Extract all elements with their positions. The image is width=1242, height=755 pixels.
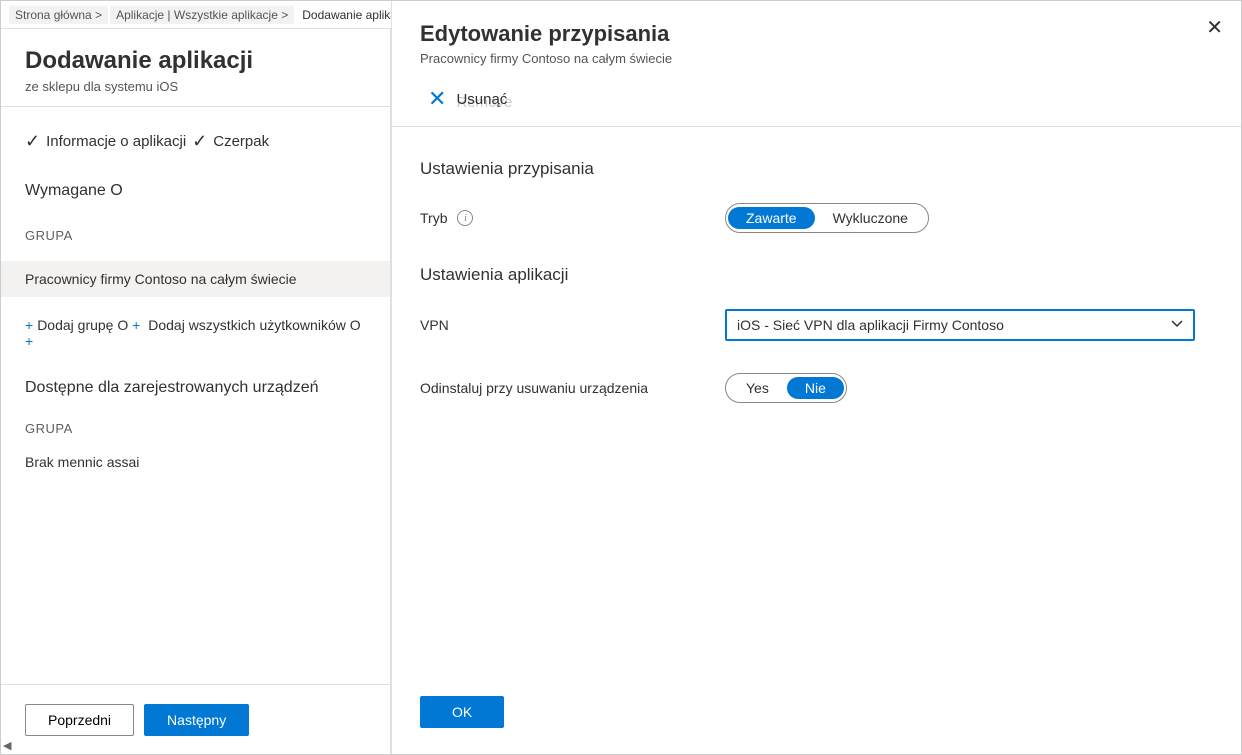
add-all-users-link[interactable]: Dodaj wszystkich użytkowników O: [148, 317, 360, 333]
steps-row: ✓ Informacje o aplikacji ✓ Czerpak: [25, 131, 366, 152]
plus-icon: +: [132, 317, 140, 333]
page-subtitle: ze sklepu dla systemu iOS: [25, 79, 366, 94]
group-column-header: GRUPA: [25, 228, 366, 243]
uninstall-toggle[interactable]: Yes Nie: [725, 373, 847, 403]
chevron-down-icon: [1171, 317, 1183, 333]
panel-title: Edytowanie przypisania: [420, 21, 1213, 47]
page-title: Dodawanie aplikacji: [25, 47, 366, 75]
uninstall-yes-option[interactable]: Yes: [728, 377, 787, 399]
left-header: Dodawanie aplikacji ze sklepu dla system…: [1, 29, 390, 107]
scroll-left-arrow[interactable]: ◀: [3, 739, 11, 752]
panel-subtitle: Pracownicy firmy Contoso na całym świeci…: [420, 51, 1213, 66]
left-panel: Dodawanie aplikacji ze sklepu dla system…: [1, 29, 391, 754]
uninstall-no-option[interactable]: Nie: [787, 377, 844, 399]
breadcrumb-home[interactable]: Strona główna >: [9, 6, 108, 24]
no-items-text: Brak mennic assai: [25, 454, 366, 470]
right-panel: ✕ Edytowanie przypisania Pracownicy firm…: [391, 1, 1241, 754]
add-links: +Dodaj grupę O + Dodaj wszystkich użytko…: [25, 317, 366, 349]
uninstall-label: Odinstaluj przy usuwaniu urządzenia: [420, 380, 725, 396]
mode-label: Tryb i: [420, 210, 725, 226]
remove-x-icon: ✕: [428, 86, 446, 112]
mode-row: Tryb i Zawarte Wykluczone: [420, 203, 1213, 233]
vpn-select-value: iOS - Sieć VPN dla aplikacji Firmy Conto…: [737, 317, 1004, 333]
plus-icon: +: [25, 333, 33, 349]
remove-row[interactable]: ✕ Remove Usunąć: [392, 78, 1241, 127]
breadcrumb-apps[interactable]: Aplikacje | Wszystkie aplikacje >: [110, 6, 294, 24]
mode-included-option[interactable]: Zawarte: [728, 207, 815, 229]
plus-icon: +: [25, 317, 33, 333]
assignment-settings-title: Ustawienia przypisania: [420, 159, 1213, 179]
mode-excluded-option[interactable]: Wykluczone: [815, 207, 926, 229]
close-icon[interactable]: ✕: [1206, 15, 1223, 40]
check-icon: ✓: [25, 131, 40, 152]
required-label: Wymagane O: [25, 182, 366, 200]
step-scoop[interactable]: Czerpak: [213, 133, 269, 150]
right-footer: OK: [420, 696, 504, 728]
right-body: Ustawienia przypisania Tryb i Zawarte Wy…: [392, 127, 1241, 467]
add-group-link[interactable]: Dodaj grupę O: [37, 317, 128, 333]
mode-toggle[interactable]: Zawarte Wykluczone: [725, 203, 929, 233]
check-icon: ✓: [192, 131, 207, 152]
group-row-selected[interactable]: Pracownicy firmy Contoso na całym świeci…: [1, 261, 390, 297]
group-column-header-2: GRUPA: [25, 421, 366, 436]
info-icon[interactable]: i: [457, 210, 473, 226]
next-button[interactable]: Następny: [144, 704, 249, 736]
ok-button[interactable]: OK: [420, 696, 504, 728]
left-body: ✓ Informacje o aplikacji ✓ Czerpak Wymag…: [1, 107, 390, 470]
vpn-select[interactable]: iOS - Sieć VPN dla aplikacji Firmy Conto…: [725, 309, 1195, 341]
right-header: Edytowanie przypisania Pracownicy firmy …: [392, 1, 1241, 78]
remove-label: Remove Usunąć: [456, 91, 507, 108]
previous-button[interactable]: Poprzedni: [25, 704, 134, 736]
step-info[interactable]: Informacje o aplikacji: [46, 133, 186, 150]
app-settings-title: Ustawienia aplikacji: [420, 265, 1213, 285]
uninstall-row: Odinstaluj przy usuwaniu urządzenia Yes …: [420, 373, 1213, 403]
left-footer: Poprzedni Następny: [1, 684, 390, 754]
vpn-label: VPN: [420, 317, 725, 333]
vpn-row: VPN iOS - Sieć VPN dla aplikacji Firmy C…: [420, 309, 1213, 341]
available-label: Dostępne dla zarejestrowanych urządzeń: [25, 379, 366, 397]
available-section: Dostępne dla zarejestrowanych urządzeń G…: [25, 379, 366, 470]
